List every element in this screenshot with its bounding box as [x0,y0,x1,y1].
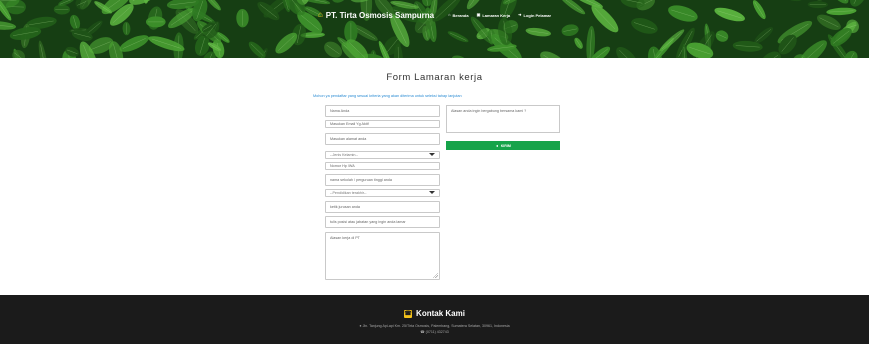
address-text: Jln. Tanjung Api-api Km. 25/Tirta Osmosi… [362,324,510,328]
footer-address: ● Jln. Tanjung Api-api Km. 25/Tirta Osmo… [0,324,869,328]
nav-menu: ⌂ Beranda ▣ Lamaran Kerja ➜ Login Pelama… [448,13,551,18]
send-icon: ◄ [495,143,499,148]
nav-item-beranda[interactable]: ⌂ Beranda [448,13,468,18]
position-input[interactable]: tulis posisi atau jabatan yang ingin and… [325,216,440,228]
gender-select[interactable]: --Jenis Kelamin-- [325,151,440,159]
email-input[interactable]: Masukan Email Yg Aktif [325,120,440,128]
briefcase-icon: ▣ [476,12,481,17]
footer-heading: ☎ Kontak Kami [0,309,869,318]
page-title: Form Lamaran kerja [386,72,483,83]
contact-icon: ☎ [404,309,413,318]
question-textarea[interactable]: Alasan anda ingin bergabung bersama kami… [446,105,560,133]
education-select[interactable]: --Pendidikan terakhir-- [325,189,440,197]
chevron-down-icon [429,153,435,157]
placeholder-text: nama sekolah / perguruan tinggi anda [330,178,392,182]
placeholder-text: Alasan kerja di PT [330,236,360,240]
footer-title: Kontak Kami [416,309,465,318]
placeholder-text: ketik jurusan anda [330,205,360,209]
name-input[interactable]: Nama Anda [325,105,440,117]
submit-button[interactable]: ◄ KIRIM [446,141,560,150]
reason-textarea[interactable]: Alasan kerja di PT [325,232,440,280]
home-icon: ⌂ [448,12,451,17]
placeholder-text: Nomor Hp /WA [330,164,355,168]
placeholder-text: Nama Anda [330,109,350,113]
home-icon: ⌂ [317,10,323,19]
select-value: --Pendidikan terakhir-- [330,191,367,195]
nav-label: Beranda [452,12,469,18]
address-input[interactable]: Masukan alamat anda [325,133,440,145]
select-value: --Jenis Kelamin-- [330,153,358,157]
top-navbar: ⌂ PT. Tirta Osmosis Sampurna ⌂ Beranda ▣… [0,6,869,24]
nav-label: Lamaran Kerja [482,12,511,18]
chevron-down-icon [429,191,435,195]
footer-phone: ☎ (0711) 432743 [0,330,869,334]
major-input[interactable]: ketik jurusan anda [325,201,440,213]
header-banner: ⌂ PT. Tirta Osmosis Sampurna ⌂ Beranda ▣… [0,0,869,58]
phone-text: (0711) 432743 [425,330,449,334]
phone-input[interactable]: Nomor Hp /WA [325,162,440,170]
placeholder-text: Masukan alamat anda [330,137,367,141]
form-instruction: Mohon ya pendaftar yang sesuai kriteria … [313,94,462,98]
brand-name: PT. Tirta Osmosis Sampurna [325,10,435,20]
nav-item-login-pelamar[interactable]: ➜ Login Pelamar [518,13,551,18]
nav-label: Login Pelamar [523,12,552,18]
resize-handle-icon[interactable] [433,273,438,278]
placeholder-text: Masukan Email Yg Aktif [330,122,369,126]
footer: ☎ Kontak Kami ● Jln. Tanjung Api-api Km.… [0,295,869,344]
placeholder-text: tulis posisi atau jabatan yang ingin and… [330,220,406,224]
school-input[interactable]: nama sekolah / perguruan tinggi anda [325,174,440,186]
placeholder-text: Alasan anda ingin bergabung bersama kami… [451,109,527,113]
nav-item-lamaran-kerja[interactable]: ▣ Lamaran Kerja [477,13,511,18]
submit-label: KIRIM [500,143,511,148]
brand-logo[interactable]: ⌂ PT. Tirta Osmosis Sampurna [318,11,434,20]
login-icon: ➜ [518,12,522,17]
